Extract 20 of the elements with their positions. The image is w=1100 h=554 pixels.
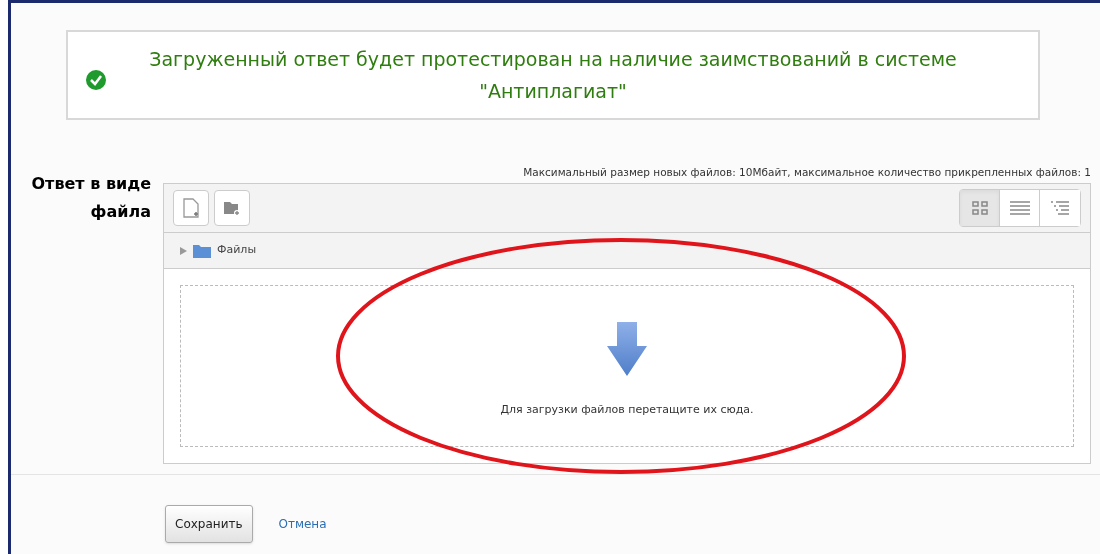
notice-text: Загруженный ответ будет протестирован на наличие заимствований в системе "Антиплагиат" [148, 47, 958, 104]
add-file-button[interactable] [173, 190, 209, 226]
cancel-link[interactable]: Отмена [278, 515, 327, 533]
down-arrow-icon [607, 321, 647, 376]
save-button[interactable]: Сохранить [165, 505, 253, 543]
folder-path-link[interactable]: Файлы [217, 242, 257, 259]
folder-plus-icon [223, 200, 241, 216]
view-mode-button[interactable] [960, 190, 1000, 226]
field-label: Ответ в виде файла [30, 173, 151, 223]
file-plus-icon [183, 198, 199, 218]
add-folder-button[interactable] [214, 190, 250, 226]
file-limits-text: Максимальный размер новых файлов: 10Мбайт, максимальное количество прикрепленных файлов: 1 [522, 165, 1091, 180]
folder-icon [193, 243, 211, 258]
drop-zone-text: Для загрузки файлов перетащите их сюда. [500, 401, 754, 418]
check-circle-icon [86, 70, 106, 90]
tree-list-icon [1051, 201, 1069, 215]
drop-zone[interactable]: Для загрузки файлов перетащите их сюда. [180, 285, 1074, 447]
grid-icon [971, 201, 988, 215]
expand-triangle-icon[interactable] [180, 246, 187, 255]
list-icon [1009, 201, 1030, 215]
